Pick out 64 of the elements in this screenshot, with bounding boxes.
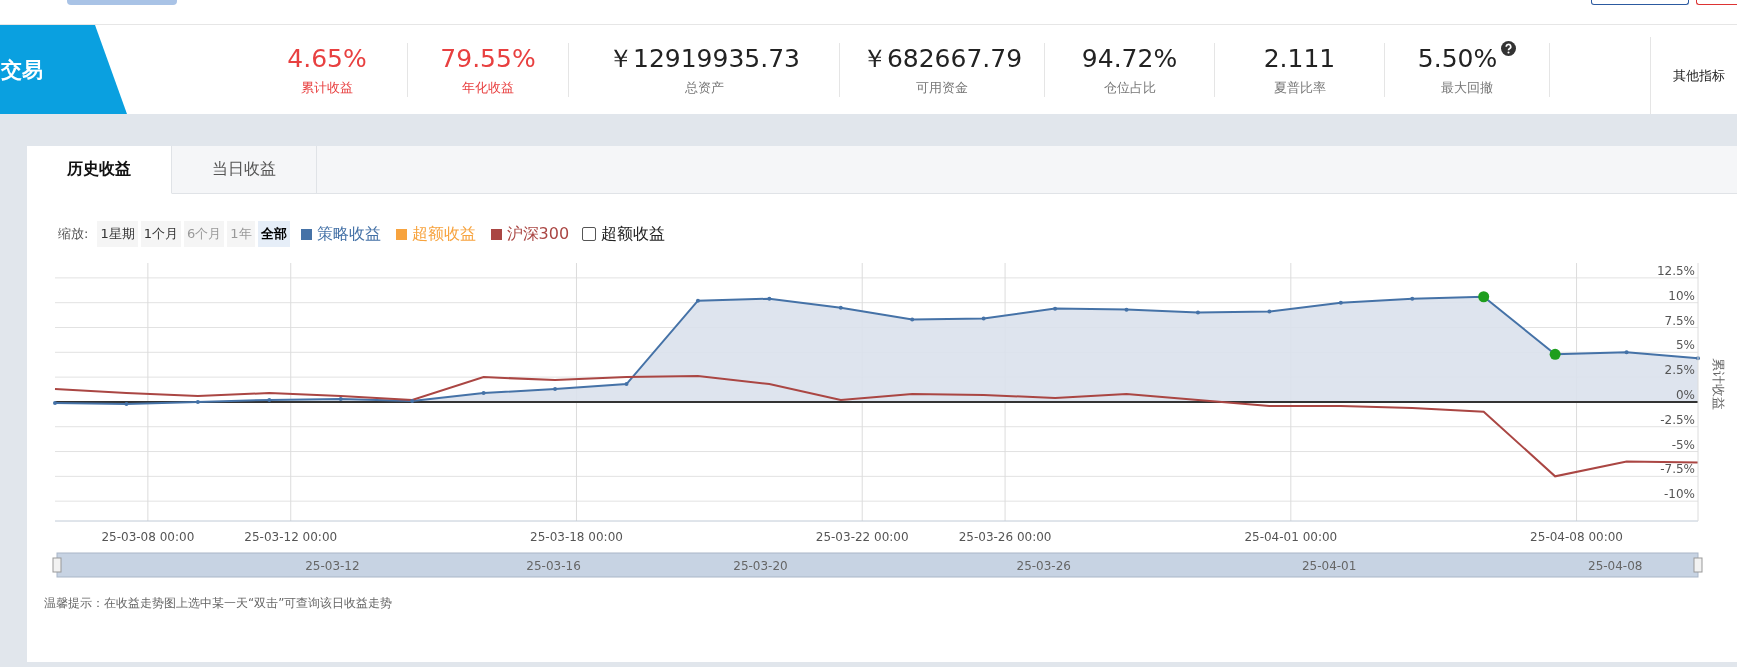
zoom-button[interactable]: 全部: [257, 221, 290, 247]
data-point[interactable]: [767, 296, 772, 301]
data-point[interactable]: [195, 399, 200, 404]
x-axis-label: 25-03-22 00:00: [815, 530, 909, 544]
x-axis-label: 25-03-08 00:00: [101, 530, 195, 544]
navigator-label: 25-04-01: [1301, 559, 1357, 573]
data-point[interactable]: [838, 305, 843, 310]
navigator-handle[interactable]: [52, 557, 62, 573]
navigator-label: 25-03-16: [526, 559, 581, 573]
y-axis-label: 12.5%: [1656, 263, 1695, 278]
stat-value: 94.72%: [1081, 42, 1178, 75]
y-axis-title: 累计收益: [1711, 358, 1726, 411]
more-metrics-link[interactable]: 其他指标: [1673, 66, 1725, 85]
zoom-button[interactable]: 1个月: [140, 221, 181, 247]
checkbox-label: 超额收益: [601, 223, 666, 245]
x-axis-label: 25-04-08 00:00: [1530, 530, 1623, 544]
y-axis-label: -2.5%: [1660, 412, 1695, 427]
stat-label: 最大回撤: [1441, 78, 1493, 97]
page-title: 交易: [1, 56, 43, 84]
stat-value: 5.50%: [1417, 42, 1498, 75]
y-axis-label: 10%: [1668, 288, 1695, 303]
data-point[interactable]: [695, 298, 700, 303]
legend-item[interactable]: 沪深300: [486, 223, 574, 245]
zoom-button[interactable]: 1星期: [97, 221, 138, 247]
navigator-label: 25-03-12: [305, 559, 360, 573]
stat-label: 可用资金: [916, 78, 968, 97]
toolbar-button[interactable]: [1696, 0, 1737, 5]
hint-text: 温馨提示：在收益走势图上选中某一天“双击”可查询该日收益走势: [44, 595, 394, 612]
help-icon[interactable]: [1501, 40, 1517, 56]
stat-value: ￥682667.79: [861, 42, 1023, 75]
y-axis-label: -10%: [1664, 487, 1695, 502]
stat-label: 年化收益: [462, 78, 514, 97]
zoom-label: 缩放:: [58, 225, 89, 243]
navigator-handle[interactable]: [1693, 557, 1703, 573]
legend-item[interactable]: 策略收益: [296, 223, 385, 245]
stat-value: 4.65%: [287, 42, 367, 75]
x-axis-label: 25-03-26 00:00: [958, 530, 1052, 544]
checkbox[interactable]: [582, 227, 597, 241]
tab[interactable]: 当日收益: [172, 146, 317, 194]
x-axis-label: 25-03-12 00:00: [244, 530, 338, 544]
y-axis-label: 7.5%: [1664, 313, 1695, 328]
stat-label: 仓位占比: [1103, 78, 1156, 97]
stat-label: 夏普比率: [1273, 78, 1326, 97]
stat-value: ￥12919935.73: [608, 42, 800, 75]
data-point[interactable]: [124, 401, 129, 406]
y-axis-label: 5%: [1675, 338, 1695, 353]
stat-label: 总资产: [684, 78, 724, 97]
x-axis-label: 25-04-01 00:00: [1244, 530, 1338, 544]
y-axis-label: -5%: [1671, 437, 1695, 452]
y-axis-label: -7.5%: [1660, 462, 1695, 477]
x-axis-label: 25-03-18 00:00: [530, 530, 623, 544]
stat-label: 累计收益: [301, 78, 353, 97]
toolbar-button[interactable]: [1591, 0, 1689, 5]
navigator-label: 25-04-08: [1588, 559, 1643, 573]
stat-value: 79.55%: [440, 42, 536, 75]
navigator-label: 25-03-26: [1016, 559, 1071, 573]
data-point[interactable]: [53, 400, 57, 405]
y-axis-label: 2.5%: [1664, 363, 1695, 378]
data-point[interactable]: [410, 398, 415, 403]
data-point[interactable]: [1338, 300, 1343, 305]
y-axis-label: 0%: [1675, 387, 1695, 402]
navigator-label: 25-03-20: [733, 559, 788, 573]
data-point[interactable]: [267, 397, 272, 402]
stat-value: 2.111: [1263, 42, 1336, 75]
